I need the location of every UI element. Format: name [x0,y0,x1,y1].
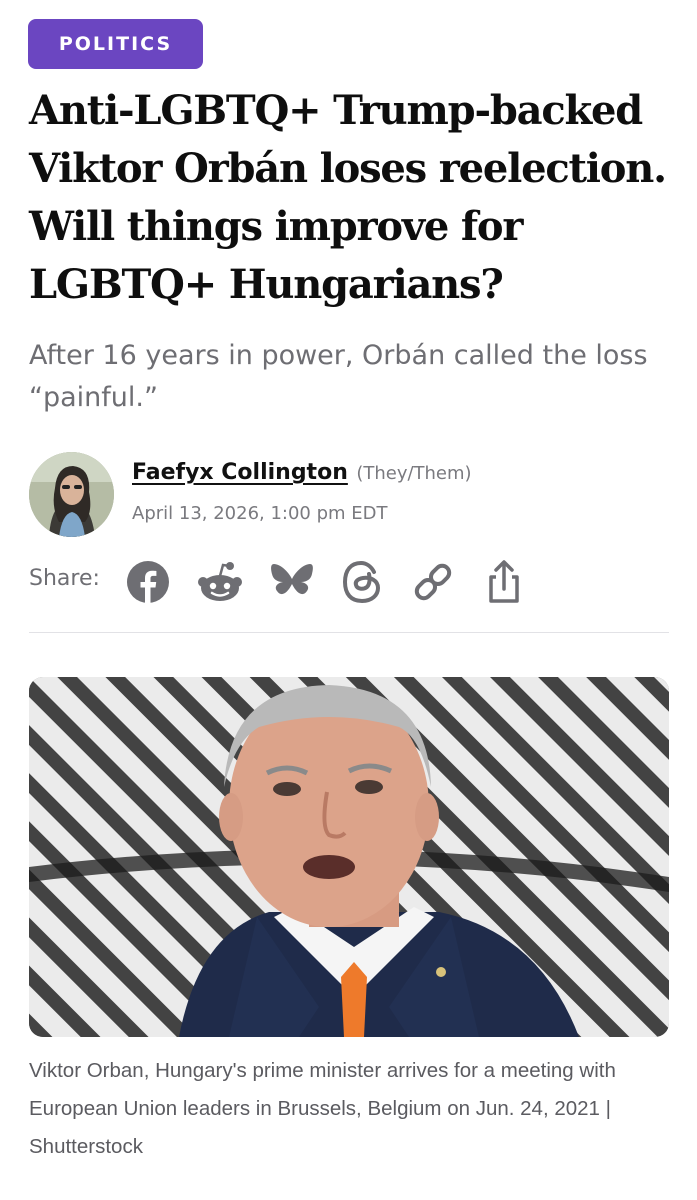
hero-image[interactable] [29,677,669,1037]
threads-share-button[interactable] [338,558,386,606]
bluesky-icon [271,564,313,595]
reddit-icon [198,562,242,601]
facebook-share-button[interactable] [124,558,172,606]
author-line: Faefyx Collington (They/Them) [132,460,472,485]
category-tag[interactable]: POLITICS [28,19,203,69]
author-name-link[interactable]: Faefyx Collington [132,460,348,485]
link-icon [414,563,452,601]
author-pronouns: (They/Them) [356,463,472,484]
threads-icon [342,560,381,604]
facebook-icon [127,561,169,603]
reddit-share-button[interactable] [196,558,244,606]
native-share-button[interactable] [480,558,528,606]
publish-date: April 13, 2026, 1:00 pm EDT [132,503,388,524]
section-divider [29,632,669,633]
article-subheadline: After 16 years in power, Orbán called th… [29,340,648,413]
share-label: Share: [29,566,100,591]
author-avatar[interactable] [29,452,114,537]
copy-link-button[interactable] [409,558,457,606]
bluesky-share-button[interactable] [268,558,316,606]
share-icon [489,560,519,603]
article-headline: Anti-LGBTQ+ Trump-backed Viktor Orbán lo… [29,87,667,308]
image-caption: Viktor Orban, Hungary's prime minister a… [29,1059,616,1158]
